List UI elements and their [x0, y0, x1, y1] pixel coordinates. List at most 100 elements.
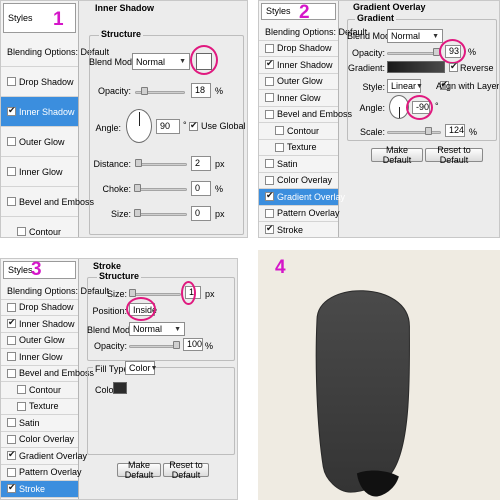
styles-item[interactable]: Drop Shadow — [1, 300, 78, 316]
styles-item[interactable]: Bevel and Emboss — [1, 366, 94, 382]
styles-item[interactable]: Inner Shadow — [259, 57, 338, 74]
styles-item[interactable]: Inner Glow — [259, 90, 338, 107]
size-slider-thumb[interactable] — [134, 209, 141, 217]
styles-item-checkbox[interactable] — [265, 159, 274, 169]
styles-item[interactable]: Blending Options: Default — [1, 283, 109, 300]
choke-slider[interactable] — [135, 188, 187, 191]
styles-item[interactable]: Outer Glow — [1, 333, 78, 349]
styles-item-checkbox[interactable] — [7, 418, 16, 428]
styles-item[interactable]: Inner Glow — [1, 157, 78, 187]
styles-item-checkbox[interactable] — [7, 434, 16, 444]
styles-item-checkbox[interactable] — [7, 167, 16, 176]
styles-item-checkbox[interactable] — [17, 385, 26, 395]
make-default-button[interactable]: Make Default — [371, 145, 423, 165]
styles-item-checkbox[interactable] — [275, 126, 284, 136]
styles-item-checkbox[interactable] — [265, 93, 274, 103]
choke-slider-thumb[interactable] — [134, 184, 141, 192]
blend-mode-select[interactable]: Normal ▼ — [129, 322, 185, 336]
choke-input[interactable]: 0 — [191, 181, 211, 196]
styles-item[interactable]: Texture — [259, 140, 338, 156]
style-select[interactable]: Linear ▼ — [387, 79, 423, 93]
highlight-circle — [190, 45, 218, 75]
styles-item[interactable]: Contour — [1, 217, 78, 237]
opacity-slider-thumb[interactable] — [173, 341, 180, 349]
styles-item-checkbox[interactable] — [17, 401, 26, 411]
styles-item[interactable]: Texture — [1, 399, 78, 415]
angle-input[interactable]: 90 — [156, 119, 180, 134]
styles-item-checkbox[interactable] — [7, 77, 16, 86]
styles-item[interactable]: Gradient Overlay — [1, 448, 87, 465]
styles-item[interactable]: Gradient Overlay — [259, 189, 345, 206]
styles-item-checkbox[interactable] — [7, 137, 16, 146]
styles-item-checkbox[interactable] — [7, 302, 16, 312]
styles-item[interactable]: Inner Glow — [1, 349, 78, 366]
reset-to-default-button[interactable]: Reset to Default — [425, 145, 483, 165]
size-slider[interactable] — [135, 213, 187, 216]
styles-item[interactable]: Blending Options: Default — [1, 37, 109, 67]
angle-dial[interactable] — [126, 109, 152, 143]
styles-item-checkbox[interactable] — [265, 109, 274, 119]
styles-item[interactable]: Stroke — [1, 481, 78, 498]
blend-mode-select[interactable]: Normal ▼ — [132, 53, 190, 70]
styles-item-checkbox[interactable] — [265, 58, 274, 70]
styles-item-checkbox[interactable] — [7, 368, 16, 378]
opacity-input[interactable]: 100 — [183, 338, 203, 351]
blend-mode-select[interactable]: Normal ▼ — [387, 29, 443, 43]
styles-item[interactable]: Pattern Overlay — [1, 465, 82, 481]
styles-item[interactable]: Drop Shadow — [1, 67, 78, 97]
distance-input[interactable]: 2 — [191, 156, 211, 171]
size-slider[interactable] — [129, 293, 181, 296]
make-default-button[interactable]: Make Default — [117, 460, 161, 480]
styles-item-checkbox[interactable] — [275, 142, 284, 152]
styles-item-checkbox[interactable] — [265, 175, 274, 185]
styles-item-checkbox[interactable] — [7, 467, 16, 477]
distance-slider[interactable] — [135, 163, 187, 166]
styles-item-checkbox[interactable] — [7, 105, 16, 116]
styles-item[interactable]: Inner Shadow — [1, 316, 78, 333]
styles-item-checkbox[interactable] — [265, 208, 274, 218]
styles-item[interactable]: Bevel and Emboss — [1, 187, 94, 217]
styles-item[interactable]: Contour — [259, 123, 338, 140]
styles-item[interactable]: Inner Shadow — [1, 97, 78, 127]
reverse-checkbox[interactable] — [449, 61, 458, 72]
styles-item[interactable]: Drop Shadow — [259, 41, 338, 57]
styles-item-label: Color Overlay — [19, 434, 75, 445]
styles-item[interactable]: Pattern Overlay — [259, 206, 340, 222]
styles-item[interactable]: Outer Glow — [1, 127, 78, 157]
styles-item[interactable]: Color Overlay — [259, 173, 338, 189]
scale-slider[interactable] — [387, 131, 441, 134]
styles-item[interactable]: Stroke — [259, 222, 338, 237]
styles-item-checkbox[interactable] — [7, 317, 16, 329]
reset-to-default-button[interactable]: Reset to Default — [163, 460, 209, 480]
styles-item[interactable]: Satin — [259, 156, 338, 173]
stroke-color-swatch[interactable] — [113, 382, 127, 394]
opacity-input[interactable]: 18 — [191, 83, 211, 98]
scale-slider-thumb[interactable] — [425, 127, 432, 135]
styles-item[interactable]: Blending Options: Default — [259, 24, 367, 41]
size-slider-thumb[interactable] — [129, 289, 136, 297]
opacity-slider[interactable] — [387, 52, 439, 55]
styles-item-checkbox[interactable] — [7, 352, 16, 362]
use-global-light-checkbox[interactable] — [189, 120, 198, 131]
styles-item-checkbox[interactable] — [7, 482, 16, 494]
styles-item-checkbox[interactable] — [7, 335, 16, 345]
opacity-slider-thumb[interactable] — [141, 87, 148, 95]
scale-input[interactable]: 124 — [445, 124, 465, 137]
opacity-slider[interactable] — [129, 345, 179, 348]
styles-item-checkbox[interactable] — [7, 197, 16, 206]
styles-item[interactable]: Satin — [1, 415, 78, 432]
styles-item-checkbox[interactable] — [17, 227, 26, 236]
styles-item[interactable]: Outer Glow — [259, 74, 338, 90]
styles-item-checkbox[interactable] — [265, 43, 274, 53]
styles-item-checkbox[interactable] — [265, 223, 274, 235]
gradient-swatch[interactable] — [387, 61, 445, 73]
styles-item-checkbox[interactable] — [265, 190, 274, 202]
styles-item[interactable]: Contour — [1, 382, 78, 399]
styles-item-checkbox[interactable] — [7, 449, 16, 461]
fill-type-select[interactable]: Color ▼ — [125, 361, 157, 375]
size-input[interactable]: 0 — [191, 206, 211, 221]
styles-item[interactable]: Color Overlay — [1, 432, 78, 448]
styles-item[interactable]: Bevel and Emboss — [259, 107, 352, 123]
distance-slider-thumb[interactable] — [135, 159, 142, 167]
styles-item-checkbox[interactable] — [265, 76, 274, 86]
